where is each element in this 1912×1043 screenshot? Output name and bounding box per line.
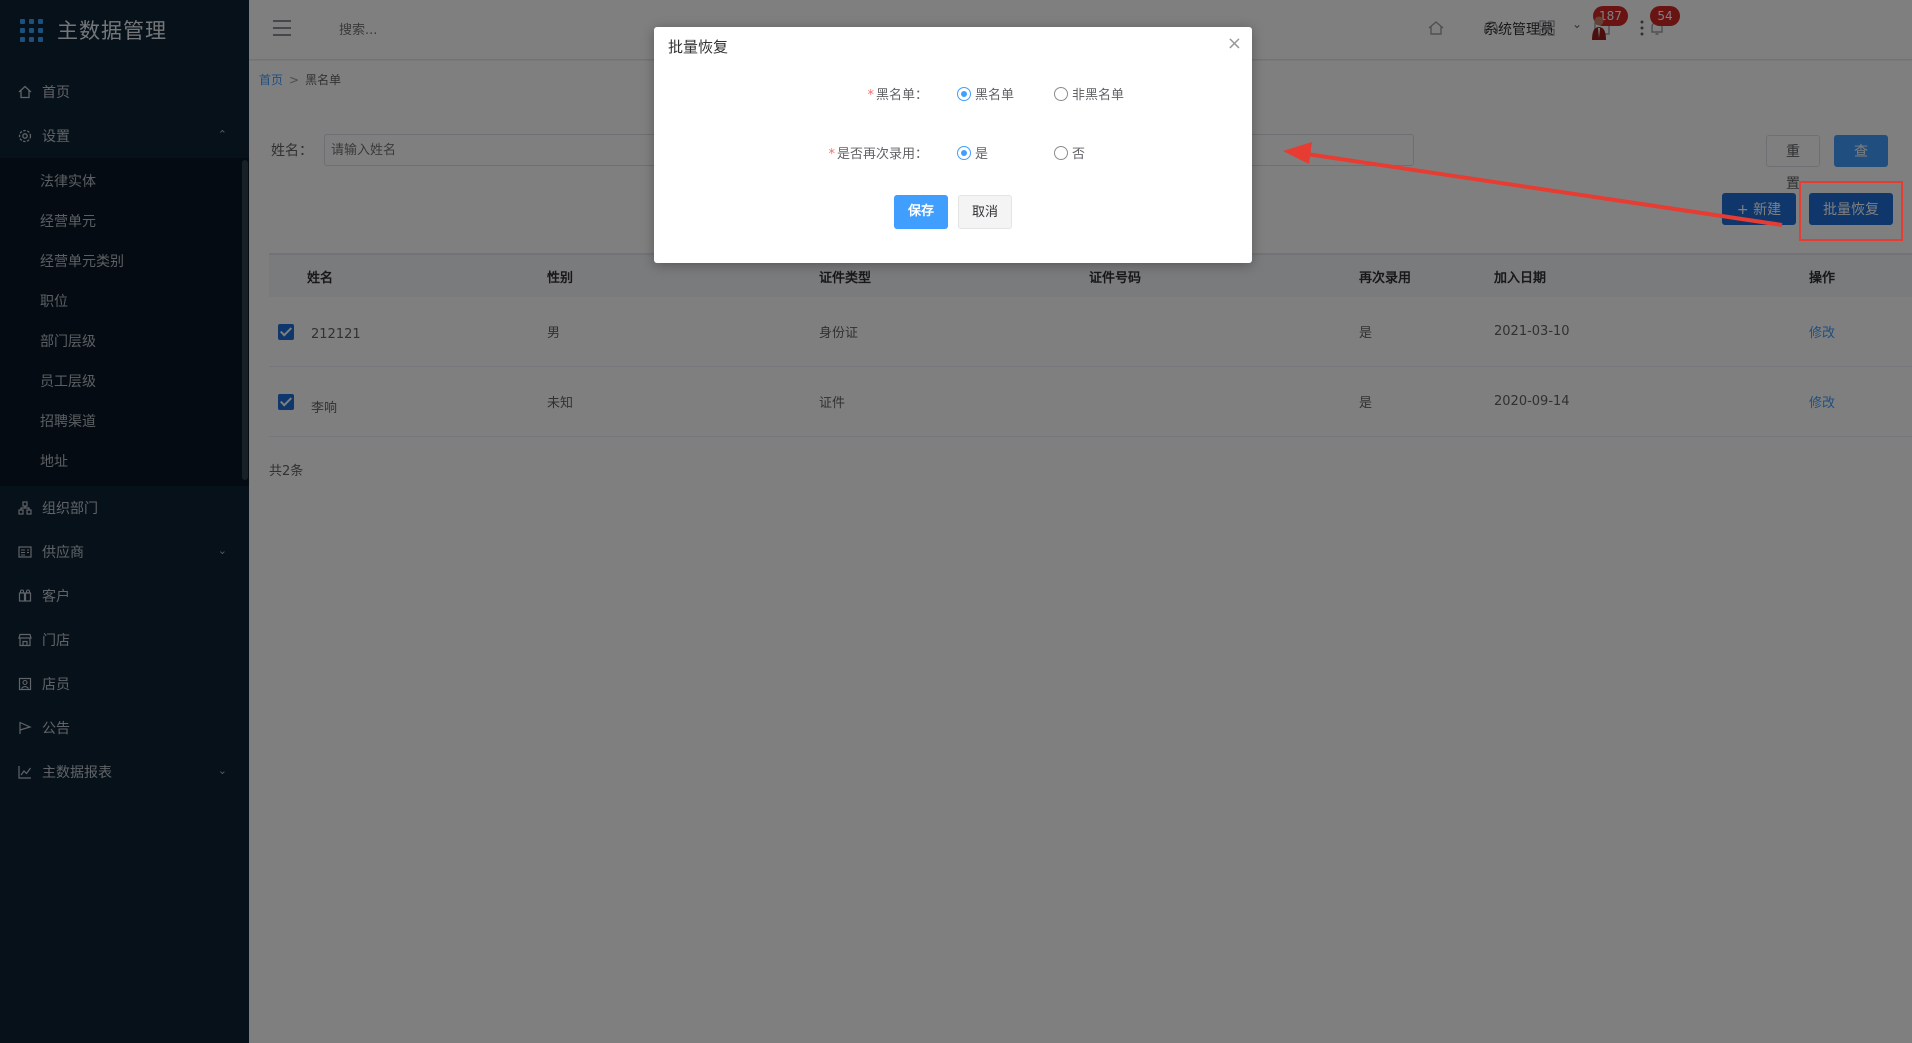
cancel-button[interactable]: 取消 <box>958 195 1012 229</box>
radio-circle-selected <box>957 86 971 101</box>
batch-restore-dialog: 批量恢复 × * 黑名单： 黑名单 非黑名单 * 是否再次录用： 是 否 保存 取消 <box>654 27 1252 263</box>
save-button[interactable]: 保存 <box>894 195 948 229</box>
radio-rehire-yes[interactable]: 是 <box>957 143 988 162</box>
dialog-title: 批量恢复 <box>668 38 729 56</box>
close-icon[interactable]: × <box>1227 33 1242 54</box>
radio-circle <box>1054 86 1068 101</box>
radio-blacklist[interactable]: 黑名单 <box>957 84 1014 103</box>
radio-rehire-no[interactable]: 否 <box>1054 143 1085 162</box>
radio-circle <box>1054 145 1068 160</box>
radio-non-blacklist[interactable]: 非黑名单 <box>1054 84 1124 103</box>
blacklist-field-label: * 黑名单： <box>867 88 928 103</box>
rehire-field-label: * 是否再次录用： <box>828 147 928 162</box>
annotation-highlight-box <box>1799 181 1903 241</box>
radio-circle-selected <box>957 145 971 160</box>
